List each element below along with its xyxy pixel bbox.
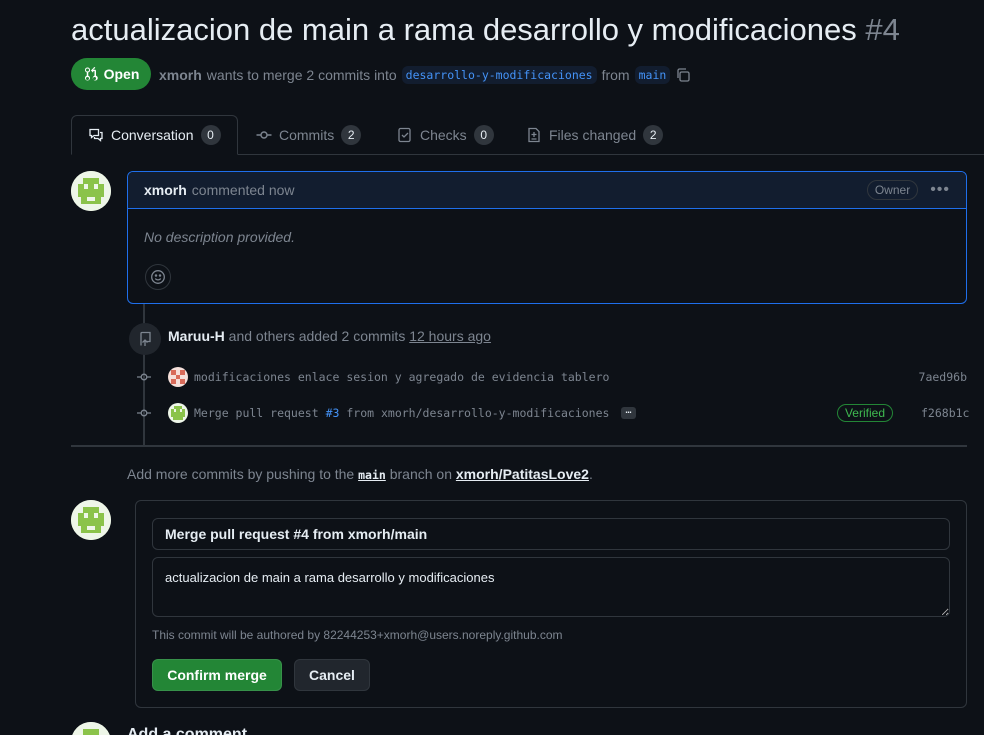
pr-link[interactable]: #3: [326, 406, 340, 420]
tab-counter: 0: [200, 125, 221, 145]
commit-message-prefix: Merge pull request: [194, 406, 319, 420]
tab-label: Checks: [420, 127, 467, 143]
commit-message[interactable]: Merge pull request #3 from xmorh/desarro…: [194, 406, 609, 420]
expand-message-button[interactable]: …: [621, 406, 636, 419]
push-note-middle: branch on: [389, 466, 452, 482]
head-branch[interactable]: main: [634, 66, 671, 84]
copy-icon[interactable]: [675, 67, 691, 83]
avatar[interactable]: [168, 403, 188, 423]
tab-files-changed[interactable]: Files changed 2: [526, 115, 664, 155]
pr-number: #4: [865, 12, 900, 47]
pr-from-text: from: [601, 67, 630, 83]
tab-conversation[interactable]: Conversation 0: [71, 115, 238, 155]
merge-form: actualizacion de main a rama desarrollo …: [135, 500, 967, 708]
avatar[interactable]: [71, 722, 111, 735]
push-branch[interactable]: main: [358, 468, 386, 482]
commit-message-suffix: from xmorh/desarrollo-y-modificaciones: [346, 406, 610, 420]
push-note-suffix: .: [588, 466, 593, 482]
verified-badge[interactable]: Verified: [836, 404, 893, 422]
commits-event-text: Maruu-H and others added 2 commits 12 ho…: [168, 328, 491, 344]
tab-commits[interactable]: Commits 2: [256, 115, 362, 155]
comment-author[interactable]: xmorh: [144, 182, 187, 198]
comment-box: xmorh commented now Owner ••• No descrip…: [127, 171, 967, 304]
pr-title-text: actualizacion de main a rama desarrollo …: [71, 12, 857, 47]
comment-header: xmorh commented now Owner •••: [128, 172, 966, 209]
confirm-merge-button[interactable]: Confirm merge: [152, 659, 282, 691]
add-comment-heading: Add a comment: [127, 726, 248, 735]
merge-body-input[interactable]: actualizacion de main a rama desarrollo …: [152, 557, 950, 617]
commit-row: Merge pull request #3 from xmorh/desarro…: [137, 401, 969, 425]
repo-push-icon: [140, 331, 151, 346]
avatar[interactable]: [168, 367, 188, 387]
tab-label: Conversation: [111, 127, 194, 143]
tab-counter: 2: [643, 125, 664, 145]
tab-counter: 2: [341, 125, 362, 145]
smiley-icon: [151, 270, 165, 284]
commit-sha[interactable]: 7aed96b: [897, 370, 967, 384]
add-reaction-button[interactable]: [145, 264, 171, 290]
timeline-divider: [71, 445, 967, 447]
push-note: Add more commits by pushing to the main …: [127, 466, 593, 482]
merge-title-input[interactable]: [152, 518, 950, 550]
push-note-prefix: Add more commits by pushing to the: [127, 466, 355, 482]
commit-sha[interactable]: f268b1c: [921, 406, 969, 420]
avatar[interactable]: [71, 171, 111, 211]
tab-label: Commits: [279, 127, 335, 143]
pr-subhead: xmorh wants to merge 2 commits into desa…: [159, 64, 691, 86]
commit-author-note: This commit will be authored by 82244253…: [152, 628, 563, 642]
commit-icon: [137, 370, 151, 384]
commit-icon: [256, 131, 272, 139]
cancel-button[interactable]: Cancel: [294, 659, 370, 691]
commits-event-icon: [129, 323, 161, 355]
tab-counter: 0: [473, 125, 494, 145]
base-branch[interactable]: desarrollo-y-modificaciones: [401, 66, 597, 84]
tab-label: Files changed: [549, 127, 637, 143]
commit-message[interactable]: modificaciones enlace sesion y agregado …: [194, 370, 609, 384]
commit-row: modificaciones enlace sesion y agregado …: [137, 365, 967, 389]
kebab-icon[interactable]: •••: [930, 181, 950, 199]
event-actor[interactable]: Maruu-H: [168, 328, 225, 344]
event-time[interactable]: 12 hours ago: [409, 328, 491, 344]
owner-badge: Owner: [866, 180, 919, 200]
tab-checks[interactable]: Checks 0: [397, 115, 494, 155]
pr-merge-text: wants to merge 2 commits into: [206, 67, 397, 83]
pr-author-link[interactable]: xmorh: [159, 67, 202, 83]
event-description: and others added 2 commits: [228, 328, 406, 344]
checks-icon: [398, 127, 411, 143]
pull-request-icon: [84, 67, 98, 81]
comment-action: commented now: [191, 182, 295, 198]
conversation-icon: [89, 128, 103, 142]
pr-state-badge: Open: [71, 58, 151, 90]
comment-body: No description provided.: [144, 229, 295, 245]
commit-icon: [137, 406, 151, 420]
pr-state-label: Open: [103, 66, 140, 82]
avatar[interactable]: [71, 500, 111, 540]
repo-link[interactable]: xmorh/PatitasLove2: [456, 466, 589, 482]
pr-title: actualizacion de main a rama desarrollo …: [71, 12, 900, 48]
files-icon: [528, 127, 540, 143]
